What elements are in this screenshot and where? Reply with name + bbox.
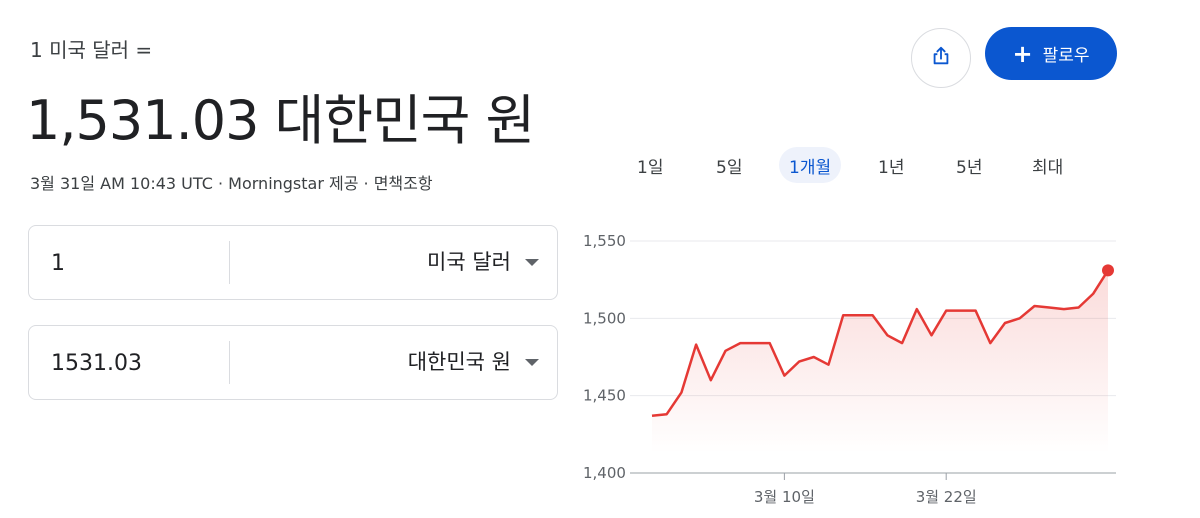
y-tick-label: 1,450 — [583, 387, 626, 405]
x-tick-label: 3월 10일 — [754, 488, 815, 506]
last-value-point — [1102, 264, 1114, 277]
rate-chart[interactable]: 1,550 1,500 1,450 1,400 3월 10일 3월 22일 — [0, 0, 1200, 518]
y-tick-label: 1,550 — [583, 232, 626, 250]
y-tick-label: 1,400 — [583, 464, 626, 482]
y-tick-label: 1,500 — [583, 309, 626, 327]
x-tick-label: 3월 22일 — [916, 488, 977, 506]
